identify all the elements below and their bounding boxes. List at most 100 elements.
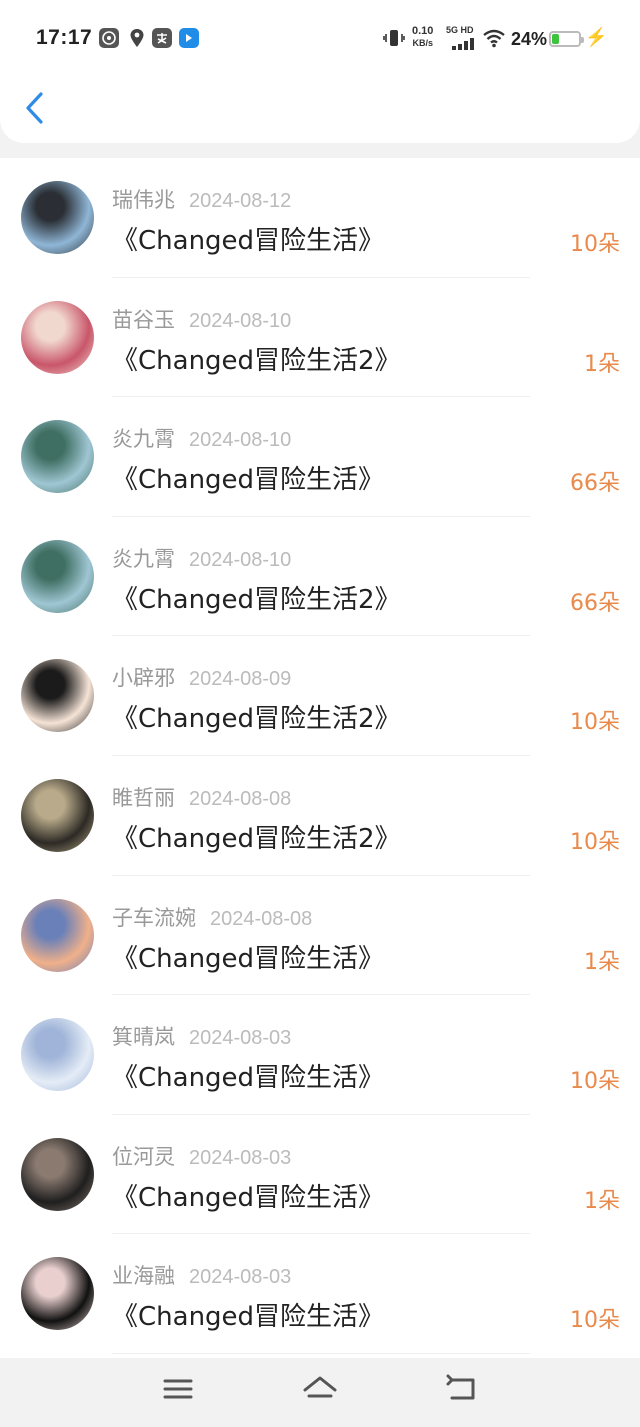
avatar[interactable] (21, 1018, 94, 1092)
record-meta: 炎九霄 2024-08-10 (112, 423, 291, 453)
avatar[interactable] (21, 898, 94, 972)
record-date: 2024-08-10 (189, 429, 292, 452)
record-meta: 苗谷玉 2024-08-10 (112, 304, 291, 334)
user-name: 箕晴岚 (112, 1025, 175, 1050)
back-icon (446, 1374, 475, 1400)
header-card: 17:17 0.10 KB/s 5G HD 24% ⚡ (0, 0, 640, 143)
book-title: 《Changed冒险生活2》 (112, 704, 401, 735)
gift-record-row[interactable]: 炎九霄 2024-08-10 《Changed冒险生活2》 66朵 (0, 517, 640, 637)
signal-icon (452, 37, 476, 55)
menu-button[interactable] (158, 1368, 198, 1408)
gift-record-row[interactable]: 炎九霄 2024-08-10 《Changed冒险生活》 66朵 (0, 397, 640, 517)
record-meta: 箕晴岚 2024-08-03 (112, 1021, 291, 1051)
gift-amount: 10朵 (570, 232, 620, 257)
record-date: 2024-08-10 (189, 548, 292, 571)
gift-amount: 1朵 (584, 949, 620, 975)
avatar[interactable] (21, 420, 94, 494)
net-speed-unit: KB/s (412, 38, 433, 48)
net-speed-value: 0.10 (412, 25, 434, 37)
gift-record-row[interactable]: 业海融 2024-08-03 《Changed冒险生活》 10朵 (0, 1234, 640, 1354)
avatar[interactable] (21, 300, 94, 374)
gift-record-row[interactable]: 瑞伟兆 2024-08-12 《Changed冒险生活》 10朵 (0, 158, 640, 278)
menu-icon (163, 1379, 193, 1399)
record-meta: 业海融 2024-08-03 (112, 1260, 291, 1290)
battery-tip (581, 37, 584, 43)
gift-amount: 10朵 (570, 1308, 620, 1334)
record-meta: 位河灵 2024-08-03 (112, 1141, 291, 1171)
avatar[interactable] (21, 539, 94, 613)
avatar[interactable] (21, 1137, 94, 1211)
user-name: 炎九霄 (112, 546, 175, 571)
gift-record-row[interactable]: 小辟邪 2024-08-09 《Changed冒险生活2》 10朵 (0, 636, 640, 756)
net-speed: 0.10 KB/s (412, 25, 433, 49)
record-date: 2024-08-10 (189, 309, 292, 332)
record-meta: 子车流婉 2024-08-08 (112, 902, 312, 932)
weibo-icon (99, 28, 119, 48)
status-bar: 17:17 0.10 KB/s 5G HD 24% ⚡ (0, 0, 640, 76)
user-name: 瑞伟兆 (112, 188, 175, 212)
record-date: 2024-08-08 (210, 907, 313, 930)
back-nav-button[interactable] (442, 1368, 482, 1408)
system-nav-bar (0, 1358, 640, 1427)
book-title: 《Changed冒险生活》 (112, 1302, 385, 1333)
gift-record-list: 瑞伟兆 2024-08-12 《Changed冒险生活》 10朵 苗谷玉 2024-… (0, 158, 640, 1358)
record-date: 2024-08-12 (189, 190, 292, 212)
back-button[interactable] (20, 88, 52, 128)
avatar[interactable] (21, 659, 94, 733)
book-title: 《Changed冒险生活2》 (112, 584, 401, 615)
gift-amount: 10朵 (570, 829, 620, 855)
user-name: 睢哲丽 (112, 785, 175, 810)
user-name: 炎九霄 (112, 427, 175, 452)
book-title: 《Changed冒险生活2》 (112, 823, 401, 854)
book-title: 《Changed冒险生活》 (112, 1063, 385, 1094)
record-meta: 睢哲丽 2024-08-08 (112, 782, 291, 812)
gift-amount: 1朵 (584, 1188, 620, 1214)
gift-amount: 1朵 (584, 351, 620, 377)
record-date: 2024-08-03 (189, 1146, 292, 1169)
gift-record-row[interactable]: 子车流婉 2024-08-08 《Changed冒险生活》 1朵 (0, 876, 640, 996)
status-time: 17:17 (36, 26, 93, 49)
gift-amount: 10朵 (570, 1069, 620, 1095)
battery-percent: 24% (511, 29, 548, 49)
record-date: 2024-08-03 (189, 1027, 292, 1050)
user-name: 子车流婉 (112, 905, 196, 930)
user-name: 小辟邪 (112, 666, 175, 691)
gift-record-row[interactable]: 苗谷玉 2024-08-10 《Changed冒险生活2》 1朵 (0, 278, 640, 398)
gift-amount: 66朵 (570, 590, 620, 616)
record-date: 2024-08-08 (189, 787, 292, 810)
battery-icon (549, 31, 584, 47)
user-name: 苗谷玉 (112, 307, 175, 332)
gift-amount: 66朵 (570, 471, 620, 497)
gift-record-row[interactable]: 位河灵 2024-08-03 《Changed冒险生活》 1朵 (0, 1115, 640, 1235)
battery-fill (552, 34, 559, 44)
gift-record-row[interactable]: 箕晴岚 2024-08-03 《Changed冒险生活》 10朵 (0, 995, 640, 1115)
record-date: 2024-08-09 (189, 668, 292, 691)
record-meta: 炎九霄 2024-08-10 (112, 543, 291, 573)
record-meta: 瑞伟兆 2024-08-12 (112, 184, 291, 214)
home-button[interactable] (300, 1368, 340, 1408)
row-divider (112, 1352, 530, 1354)
avatar[interactable] (21, 1257, 94, 1331)
blue-app-icon (179, 28, 199, 48)
book-title: 《Changed冒险生活》 (112, 1182, 385, 1213)
wifi-icon (482, 28, 506, 53)
avatar[interactable] (21, 778, 94, 852)
book-title: 《Changed冒险生活》 (112, 943, 385, 974)
record-date: 2024-08-03 (189, 1266, 292, 1289)
charging-bolt-icon: ⚡ (585, 27, 608, 47)
avatar[interactable] (21, 181, 94, 254)
book-title: 《Changed冒险生活》 (112, 465, 385, 496)
alipay-icon (152, 28, 172, 48)
user-name: 位河灵 (112, 1144, 175, 1169)
record-meta: 小辟邪 2024-08-09 (112, 662, 291, 692)
net-type: 5G HD (446, 25, 474, 35)
vibrate-icon (383, 28, 405, 53)
page: 17:17 0.10 KB/s 5G HD 24% ⚡ 瑞伟兆 2024-08-… (0, 0, 640, 1427)
book-title: 《Changed冒险生活2》 (112, 345, 401, 376)
user-name: 业海融 (112, 1264, 175, 1289)
chevron-left-icon (26, 92, 43, 124)
gift-record-row[interactable]: 睢哲丽 2024-08-08 《Changed冒险生活2》 10朵 (0, 756, 640, 876)
location-pin-icon (127, 28, 147, 48)
home-icon (303, 1376, 337, 1398)
gift-amount: 10朵 (570, 710, 620, 736)
